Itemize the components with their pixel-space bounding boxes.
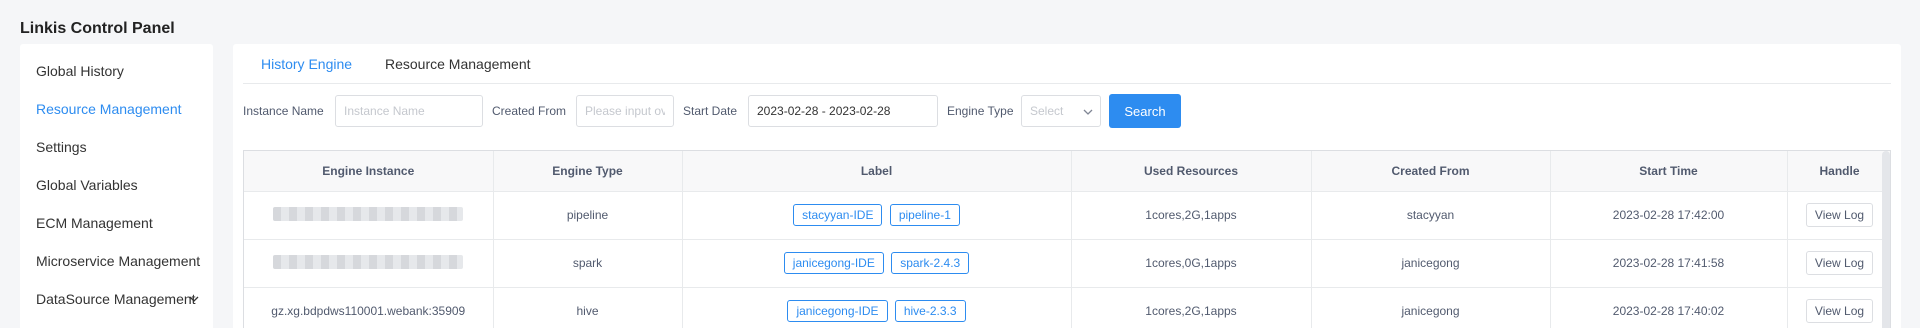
table-header-row: Engine Instance Engine Type Label Used R…: [244, 151, 1890, 192]
sidebar-item-label: Settings: [36, 139, 87, 155]
sidebar-item-datasource-management[interactable]: DataSource Management: [20, 280, 213, 318]
start-time-cell: 2023-02-28 17:42:00: [1550, 191, 1788, 240]
search-button[interactable]: Search: [1109, 94, 1181, 128]
column-header[interactable]: Handle: [1787, 151, 1890, 192]
sidebar-item-label: Global History: [36, 63, 124, 79]
sidebar-item-ecm-management[interactable]: ECM Management: [20, 204, 213, 242]
sidebar-item-microservice-management[interactable]: Microservice Management: [20, 242, 213, 280]
redacted-text: [273, 206, 464, 221]
label-tag: pipeline-1: [889, 204, 960, 226]
created-from-cell: janicegong: [1311, 239, 1551, 288]
column-header[interactable]: Used Resources: [1071, 151, 1312, 192]
engine-instance-cell: gz.xg.bdpdws110001.webank:35909: [244, 287, 494, 328]
engine-instance-cell: [244, 239, 494, 288]
used-resources-cell: 1cores,2G,1apps: [1071, 287, 1312, 328]
engine-type-placeholder: Select: [1030, 104, 1064, 118]
sidebar-item-label: Global Variables: [36, 177, 138, 193]
sidebar-item-label: Microservice Management: [36, 253, 201, 269]
sidebar-item-settings[interactable]: Settings: [20, 128, 213, 166]
column-header[interactable]: Start Time: [1550, 151, 1788, 192]
start-date-picker[interactable]: [748, 95, 938, 127]
instance-name-label: Instance Name: [243, 104, 324, 118]
table-row: pipeline stacyyan-IDE pipeline-1 1cores,…: [244, 191, 1890, 240]
created-from-cell: stacyyan: [1311, 191, 1551, 240]
used-resources-cell: 1cores,0G,1apps: [1071, 239, 1312, 288]
chevron-down-icon: [189, 296, 199, 302]
engine-type-cell: pipeline: [493, 191, 683, 240]
engine-table: Engine Instance Engine Type Label Used R…: [243, 150, 1891, 328]
app-title: Linkis Control Panel: [20, 20, 175, 37]
label-cell: stacyyan-IDE pipeline-1: [682, 191, 1072, 240]
label-cell: janicegong-IDE hive-2.3.3: [682, 287, 1072, 328]
handle-cell: View Log: [1787, 287, 1890, 328]
tab-bar: History Engine Resource Management: [243, 44, 1891, 84]
column-header[interactable]: Engine Instance: [244, 151, 494, 192]
sidebar-item-label: ECM Management: [36, 215, 153, 231]
used-resources-cell: 1cores,2G,1apps: [1071, 191, 1312, 240]
filter-bar: Instance Name Created From Start Date En…: [243, 94, 1883, 128]
sidebar-item-global-variables[interactable]: Global Variables: [20, 166, 213, 204]
created-from-cell: janicegong: [1311, 287, 1551, 328]
engine-type-label: Engine Type: [947, 104, 1014, 118]
view-log-button[interactable]: View Log: [1805, 203, 1874, 227]
sidebar: Global History Resource Management Setti…: [20, 44, 213, 328]
sidebar-item-global-history[interactable]: Global History: [20, 52, 213, 90]
table-row: gz.xg.bdpdws110001.webank:35909 hive jan…: [244, 287, 1890, 328]
sidebar-item-label: Resource Management: [36, 101, 182, 117]
label-tag: spark-2.4.3: [891, 252, 970, 274]
table-row: spark janicegong-IDE spark-2.4.3 1cores,…: [244, 239, 1890, 288]
label-cell: janicegong-IDE spark-2.4.3: [682, 239, 1072, 288]
engine-instance-cell: [244, 191, 494, 240]
created-from-input[interactable]: [576, 95, 674, 127]
start-time-cell: 2023-02-28 17:41:58: [1550, 239, 1788, 288]
instance-name-input[interactable]: [335, 95, 483, 127]
tab-resource-management[interactable]: Resource Management: [385, 44, 531, 84]
sidebar-item-resource-management[interactable]: Resource Management: [20, 90, 213, 128]
handle-cell: View Log: [1787, 191, 1890, 240]
sidebar-item-label: DataSource Management: [36, 291, 196, 307]
redacted-text: [273, 254, 464, 269]
table-scrollbar[interactable]: [1882, 151, 1890, 328]
created-from-label: Created From: [492, 104, 567, 118]
label-tag: janicegong-IDE: [787, 300, 888, 322]
column-header[interactable]: Label: [682, 151, 1072, 192]
view-log-button[interactable]: View Log: [1805, 299, 1874, 323]
view-log-button[interactable]: View Log: [1805, 251, 1874, 275]
engine-type-cell: hive: [493, 287, 683, 328]
start-date-label: Start Date: [683, 104, 738, 118]
handle-cell: View Log: [1787, 239, 1890, 288]
engine-type-cell: spark: [493, 239, 683, 288]
engine-type-select[interactable]: Select: [1021, 95, 1101, 127]
chevron-down-icon: [1083, 109, 1093, 115]
label-tag: hive-2.3.3: [894, 300, 966, 322]
main-panel: History Engine Resource Management Insta…: [233, 44, 1901, 328]
start-time-cell: 2023-02-28 17:40:02: [1550, 287, 1788, 328]
tab-history-engine[interactable]: History Engine: [261, 44, 352, 84]
label-tag: stacyyan-IDE: [793, 204, 883, 226]
column-header[interactable]: Engine Type: [493, 151, 683, 192]
label-tag: janicegong-IDE: [783, 252, 884, 274]
column-header[interactable]: Created From: [1311, 151, 1551, 192]
